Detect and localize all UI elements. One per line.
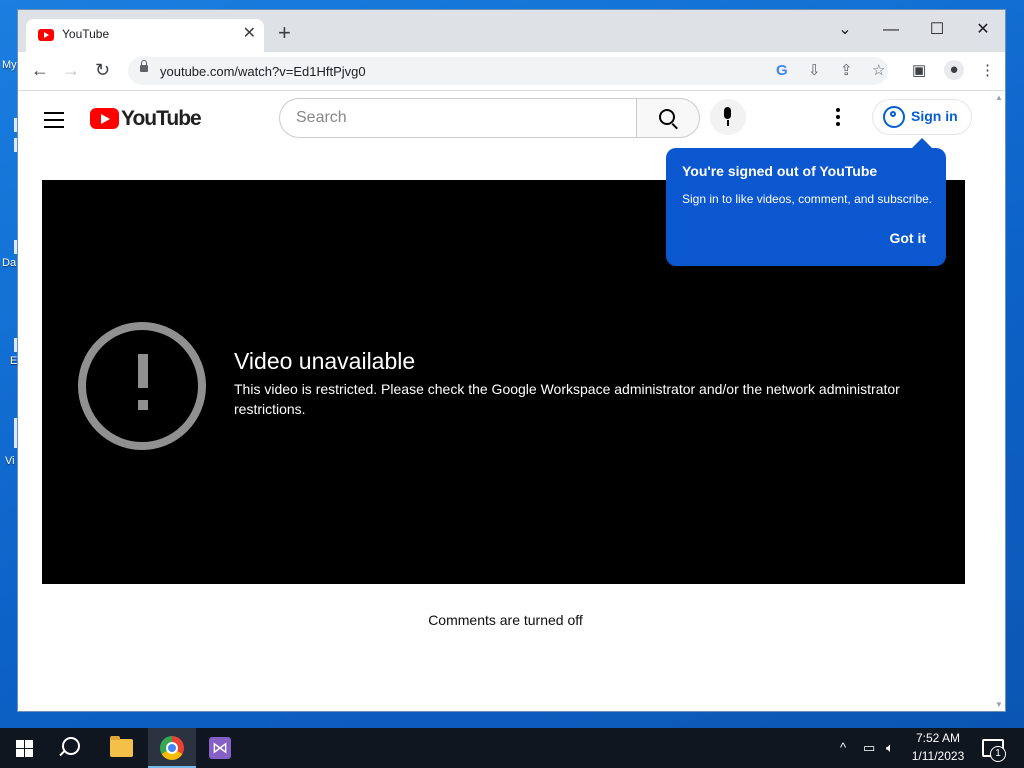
error-message: This video is restricted. Please check t… — [234, 381, 900, 417]
tab-strip: YouTube ✕ + ⌄ — ☐ ✕ — [18, 10, 1005, 52]
tab-search-dropdown-icon[interactable]: ⌄ — [822, 16, 868, 44]
new-tab-button[interactable]: + — [278, 22, 291, 44]
desktop-icon-label[interactable]: Da — [2, 257, 16, 269]
profile-avatar-icon[interactable]: ● — [944, 60, 964, 80]
chrome-taskbar-button[interactable] — [148, 728, 196, 768]
microphone-stand — [727, 120, 729, 126]
visual-studio-icon — [209, 737, 231, 759]
lock-icon[interactable] — [140, 60, 148, 72]
voice-search-button[interactable] — [710, 99, 746, 135]
tab-close-icon[interactable]: ✕ — [243, 25, 256, 43]
sign-in-label: Sign in — [911, 108, 958, 124]
scroll-down-icon[interactable]: ▼ — [995, 700, 1003, 709]
microphone-icon — [724, 107, 731, 119]
tab-youtube[interactable]: YouTube ✕ — [26, 19, 264, 52]
search-button[interactable] — [636, 98, 700, 138]
youtube-favicon-icon — [38, 29, 54, 41]
reload-button[interactable]: ↻ — [95, 60, 110, 80]
desktop-icon-label[interactable]: My — [2, 59, 17, 71]
exclamation-bar — [138, 354, 148, 388]
hamburger-menu-icon[interactable] — [44, 112, 64, 133]
search-icon — [659, 109, 675, 125]
page-scrollbar[interactable]: ▲ ▼ — [993, 91, 1005, 711]
taskbar-search-icon[interactable] — [62, 737, 80, 755]
scroll-up-icon[interactable]: ▲ — [995, 93, 1003, 102]
bookmark-star-icon[interactable]: ☆ — [872, 62, 885, 80]
chrome-icon — [160, 736, 184, 760]
sign-in-button[interactable]: Sign in — [872, 99, 972, 135]
browser-toolbar: ← → ↻ youtube.com/watch?v=Ed1HftPjvg0 G … — [18, 52, 1005, 91]
desktop-icon-label[interactable]: Vi — [5, 455, 15, 467]
search-input[interactable]: Search — [279, 98, 636, 138]
forward-button[interactable]: → — [62, 60, 80, 80]
close-window-button[interactable]: ✕ — [960, 16, 1006, 44]
clock-time[interactable]: 7:52 AM — [904, 731, 972, 745]
youtube-logo-text: YouTube — [121, 107, 202, 130]
desktop-icon-label[interactable]: E — [10, 355, 17, 367]
show-hidden-icons-icon[interactable]: ^ — [840, 740, 846, 755]
search-placeholder: Search — [296, 109, 347, 126]
share-icon[interactable]: ⇪ — [840, 62, 853, 80]
notification-count-badge: 1 — [990, 746, 1006, 762]
google-translate-icon[interactable]: G — [776, 62, 788, 80]
install-app-icon[interactable]: ⇩ — [808, 62, 821, 80]
volume-icon[interactable]: 🔈︎ — [886, 740, 894, 756]
back-button[interactable]: ← — [31, 60, 49, 80]
popup-body: Sign in to like videos, comment, and sub… — [682, 192, 933, 206]
settings-menu-icon[interactable] — [836, 108, 840, 129]
minimize-button[interactable]: — — [868, 16, 914, 44]
exclamation-dot — [138, 400, 148, 410]
comments-status: Comments are turned off — [428, 612, 583, 628]
visual-studio-taskbar-button[interactable] — [197, 728, 245, 768]
error-title: Video unavailable — [234, 348, 416, 374]
error-exclamation-icon — [78, 322, 206, 450]
popup-title: You're signed out of YouTube — [682, 163, 878, 179]
side-panel-icon[interactable]: ▣ — [912, 62, 926, 80]
url-text[interactable]: youtube.com/watch?v=Ed1HftPjvg0 — [160, 64, 366, 79]
tab-title: YouTube — [62, 27, 110, 41]
youtube-play-icon — [90, 108, 119, 129]
got-it-button[interactable]: Got it — [889, 230, 926, 246]
address-bar[interactable]: youtube.com/watch?v=Ed1HftPjvg0 G ⇩ ⇪ ☆ — [128, 57, 888, 85]
taskbar: ^ ▭ 🔈︎ 7:52 AM 1/11/2023 1 — [0, 728, 1024, 768]
browser-window: YouTube ✕ + ⌄ — ☐ ✕ ← → ↻ youtube.com/wa… — [18, 10, 1005, 711]
windows-start-icon[interactable] — [16, 740, 33, 757]
folder-icon — [110, 736, 133, 757]
popup-arrow — [912, 138, 932, 148]
signed-out-popup: You're signed out of YouTube Sign in to … — [666, 138, 946, 266]
youtube-page: YouTube Search Sign in Video unavailable… — [18, 91, 993, 711]
file-explorer-taskbar-button[interactable] — [98, 728, 146, 768]
browser-menu-icon[interactable]: ⋮ — [980, 62, 995, 80]
maximize-button[interactable]: ☐ — [914, 16, 960, 44]
clock-date[interactable]: 1/11/2023 — [904, 749, 972, 763]
network-icon[interactable]: ▭ — [863, 740, 875, 756]
account-icon — [883, 106, 905, 128]
